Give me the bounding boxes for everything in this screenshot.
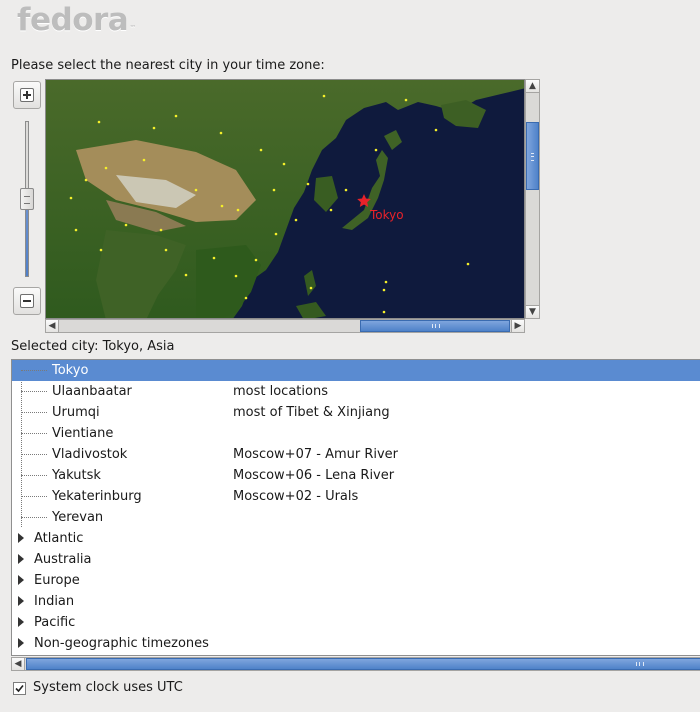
expander-triangle-icon[interactable] bbox=[18, 533, 24, 543]
region-row-pacific[interactable]: Pacific bbox=[12, 612, 700, 633]
map-horizontal-scrollbar[interactable]: ◀ ▶ bbox=[45, 319, 525, 333]
expander-triangle-icon[interactable] bbox=[18, 617, 24, 627]
timezone-row[interactable]: Yerevan bbox=[12, 507, 700, 528]
scroll-right-button[interactable]: ▶ bbox=[511, 319, 525, 333]
timezone-map[interactable]: Tokyo bbox=[45, 79, 525, 319]
chevron-right-icon: ▶ bbox=[514, 321, 522, 331]
region-row-atlantic[interactable]: Atlantic bbox=[12, 528, 700, 549]
chevron-left-icon: ◀ bbox=[48, 321, 56, 331]
timezone-row[interactable]: Tokyo bbox=[12, 360, 700, 381]
region-row-non-geographic[interactable]: Non-geographic timezones bbox=[12, 633, 700, 654]
expander-triangle-icon[interactable] bbox=[18, 575, 24, 585]
scroll-left-button[interactable]: ◀ bbox=[45, 319, 59, 333]
region-row-europe[interactable]: Europe bbox=[12, 570, 700, 591]
timezone-row[interactable]: Vladivostok Moscow+07 - Amur River bbox=[12, 444, 700, 465]
list-horizontal-scrollbar[interactable]: ◀ bbox=[11, 657, 700, 671]
expander-triangle-icon[interactable] bbox=[18, 554, 24, 564]
list-horizontal-scroll-thumb[interactable] bbox=[26, 658, 700, 670]
utc-checkbox[interactable] bbox=[13, 682, 26, 695]
timezone-row[interactable]: Ulaanbaatar most locations bbox=[12, 381, 700, 402]
chevron-down-icon: ▼ bbox=[529, 307, 536, 317]
expander-triangle-icon[interactable] bbox=[18, 596, 24, 606]
expander-triangle-icon[interactable] bbox=[18, 638, 24, 648]
fedora-logo: fedora™ bbox=[17, 2, 136, 38]
timezone-list[interactable]: Tokyo Ulaanbaatar most locations Urumqi … bbox=[11, 359, 700, 656]
scroll-up-button[interactable]: ▲ bbox=[525, 79, 540, 93]
zoom-in-icon bbox=[20, 88, 34, 102]
timezone-row[interactable]: Yakutsk Moscow+06 - Lena River bbox=[12, 465, 700, 486]
map-vertical-scroll-thumb[interactable] bbox=[526, 122, 539, 190]
zoom-out-icon bbox=[20, 294, 34, 308]
map-vertical-scrollbar[interactable]: ▲ ▼ bbox=[525, 79, 540, 319]
chevron-up-icon: ▲ bbox=[529, 81, 536, 91]
region-row-australia[interactable]: Australia bbox=[12, 549, 700, 570]
list-scroll-left-button[interactable]: ◀ bbox=[11, 657, 25, 671]
map-city-label: Tokyo bbox=[369, 208, 404, 222]
chevron-left-icon: ◀ bbox=[14, 659, 22, 669]
timezone-row[interactable]: Vientiane bbox=[12, 423, 700, 444]
zoom-out-button[interactable] bbox=[13, 287, 41, 315]
selected-city-label: Selected city: Tokyo, Asia bbox=[11, 339, 175, 354]
map-prompt: Please select the nearest city in your t… bbox=[11, 58, 325, 73]
timezone-row[interactable]: Urumqi most of Tibet & Xinjiang bbox=[12, 402, 700, 423]
timezone-row[interactable]: Yekaterinburg Moscow+02 - Urals bbox=[12, 486, 700, 507]
scroll-down-button[interactable]: ▼ bbox=[525, 305, 540, 319]
map-horizontal-scroll-thumb[interactable] bbox=[360, 320, 510, 332]
zoom-in-button[interactable] bbox=[13, 81, 41, 109]
checkmark-icon bbox=[15, 684, 24, 693]
zoom-slider-handle[interactable] bbox=[20, 188, 34, 210]
utc-checkbox-label: System clock uses UTC bbox=[33, 680, 183, 695]
region-row-indian[interactable]: Indian bbox=[12, 591, 700, 612]
